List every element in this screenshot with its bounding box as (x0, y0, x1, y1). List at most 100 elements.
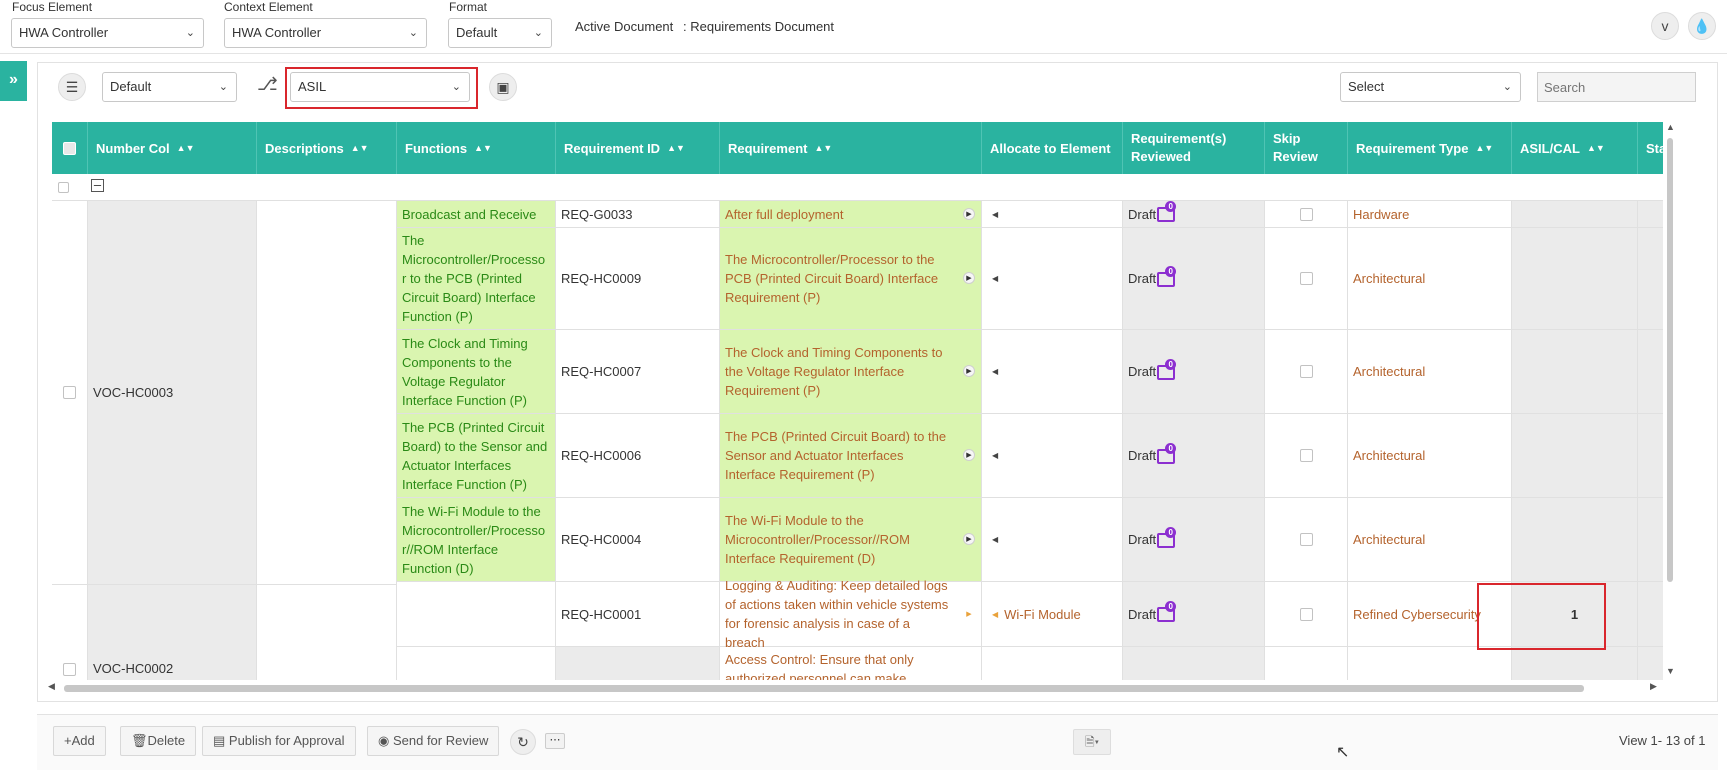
collapse-left-icon[interactable]: ◀ (992, 530, 998, 549)
allocate-cell[interactable]: ◀ (982, 201, 1123, 228)
scroll-up-icon[interactable]: ▲ (1666, 122, 1675, 132)
allocate-cell[interactable]: ◀ (982, 330, 1123, 414)
requirement-cell[interactable]: The Clock and Timing Components to the V… (720, 330, 982, 414)
filter-select[interactable]: Select ⌄ (1340, 72, 1521, 102)
view-count: View 1- 13 of 1 (1619, 733, 1706, 748)
asil-cal-cell[interactable] (1512, 330, 1638, 414)
skip-review-checkbox[interactable] (1299, 365, 1313, 378)
send-review-button[interactable]: ◉ Send for Review (367, 726, 500, 756)
more-options-icon[interactable]: ⋯ (545, 733, 565, 749)
allocate-cell[interactable] (982, 647, 1123, 680)
header-number-col[interactable]: Number Col ▲▼ (88, 122, 257, 174)
layers-icon[interactable]: ☰ (58, 73, 86, 101)
skip-review-cell (1265, 201, 1348, 228)
scroll-right-icon[interactable]: ▶ (1650, 681, 1657, 692)
status-cell (1638, 228, 1663, 330)
scrollbar-thumb[interactable] (64, 685, 1584, 692)
skip-review-checkbox[interactable] (1299, 533, 1313, 546)
asil-cal-cell[interactable] (1512, 498, 1638, 582)
focus-element-select[interactable]: HWA Controller ⌄ (11, 18, 204, 48)
header-requirement-id[interactable]: Requirement ID ▲▼ (556, 122, 720, 174)
expand-right-icon[interactable]: ▶ (963, 449, 975, 461)
requirement-type-cell: Hardware (1348, 201, 1512, 228)
sort-icon: ▲▼ (176, 143, 195, 153)
expand-right-icon[interactable]: ▶ (963, 272, 975, 284)
requirement-cell[interactable]: The Microcontroller/Processor to the PCB… (720, 228, 982, 330)
sort-icon: ▲▼ (667, 143, 685, 153)
skip-review-checkbox[interactable] (1299, 207, 1313, 221)
allocate-cell[interactable]: ◀ (982, 414, 1123, 498)
header-descriptions[interactable]: Descriptions ▲▼ (257, 122, 397, 174)
header-label: Descriptions (265, 140, 344, 156)
collapse-left-icon[interactable]: ◀ (992, 269, 998, 288)
allocate-cell[interactable]: ◀ Wi-Fi Module (982, 582, 1123, 647)
function-cell: The PCB (Printed Circuit Board) to the S… (397, 414, 556, 498)
view-select[interactable]: Default ⌄ (102, 72, 237, 102)
asil-cal-cell[interactable] (1512, 201, 1638, 228)
comment-badge-icon[interactable]: 0 (1157, 201, 1177, 222)
expand-sidebar-button[interactable]: » (0, 61, 27, 101)
requirement-cell[interactable]: Logging & Auditing: Keep detailed logs o… (720, 578, 982, 650)
requirement-text: After full deployment (725, 206, 844, 222)
skip-review-checkbox[interactable] (1299, 607, 1313, 621)
header-skip-review[interactable]: Skip Review (1265, 122, 1348, 174)
scroll-down-icon[interactable]: ▼ (1666, 666, 1675, 676)
context-element-label: Context Element (224, 0, 313, 14)
image-gallery-icon[interactable]: ▣ (489, 73, 517, 101)
requirement-cell[interactable]: The PCB (Printed Circuit Board) to the S… (720, 414, 982, 498)
collapse-left-icon[interactable]: ◀ (992, 446, 998, 465)
highlight-box (1477, 583, 1606, 650)
header-reviewed[interactable]: Requirement(s) Reviewed (1123, 122, 1265, 174)
header-requirement[interactable]: Requirement ▲▼ (720, 122, 982, 174)
delete-button[interactable]: 🗑Delete (120, 726, 197, 756)
skip-review-checkbox[interactable] (1299, 272, 1313, 285)
hierarchy-icon[interactable]: ⎇ (257, 74, 278, 95)
requirement-type-cell: Architectural (1348, 414, 1512, 498)
comment-badge-icon[interactable]: 0 (1157, 601, 1177, 622)
skip-review-cell (1265, 647, 1348, 680)
expand-right-icon[interactable]: ▶ (963, 607, 975, 620)
comment-count: 0 (1165, 442, 1177, 454)
export-file-icon[interactable]: 🗎▾ (1073, 729, 1111, 755)
eye-icon: ◉ (378, 733, 393, 748)
horizontal-scrollbar[interactable]: ◀ ▶ (48, 681, 1660, 695)
asil-cal-cell[interactable] (1512, 228, 1638, 330)
water-drop-icon[interactable]: 💧 (1688, 12, 1716, 40)
expand-right-icon[interactable]: ▶ (963, 207, 975, 220)
vertical-scrollbar[interactable]: ▲ ▼ (1664, 122, 1676, 680)
attribute-select[interactable]: ASIL ⌄ (290, 72, 470, 102)
publish-button[interactable]: ▤ Publish for Approval (202, 726, 356, 756)
review-status-text: Draft (1128, 532, 1157, 547)
collapse-left-icon[interactable]: ◀ (992, 362, 998, 381)
allocate-cell[interactable]: ◀ (982, 498, 1123, 582)
comment-badge-icon[interactable]: 0 (1157, 265, 1177, 287)
expand-right-icon[interactable]: ▶ (963, 365, 975, 377)
header-functions[interactable]: Functions ▲▼ (397, 122, 556, 174)
search-input[interactable] (1537, 72, 1696, 102)
format-select[interactable]: Default ⌄ (448, 18, 552, 48)
skip-review-checkbox[interactable] (1299, 449, 1313, 462)
asil-cal-cell[interactable] (1512, 414, 1638, 498)
requirement-cell[interactable]: Access Control: Ensure that only authori… (720, 647, 982, 680)
add-button[interactable]: +Add (53, 726, 106, 756)
header-asil-cal[interactable]: ASIL/CAL ▲▼ (1512, 122, 1638, 174)
collapse-left-icon[interactable]: ◀ (992, 605, 998, 624)
header-requirement-type[interactable]: Requirement Type ▲▼ (1348, 122, 1512, 174)
refresh-icon[interactable]: ↻ (510, 729, 536, 755)
allocate-cell[interactable]: ◀ (982, 228, 1123, 330)
comment-badge-icon[interactable]: 0 (1157, 526, 1177, 548)
header-allocate[interactable]: Allocate to Element (982, 122, 1123, 174)
context-element-select[interactable]: HWA Controller ⌄ (224, 18, 427, 48)
comment-badge-icon[interactable]: 0 (1157, 442, 1177, 464)
scroll-left-icon[interactable]: ◀ (48, 681, 55, 692)
collapse-left-icon[interactable]: ◀ (992, 205, 998, 224)
asil-cal-cell[interactable] (1512, 647, 1638, 680)
expand-right-icon[interactable]: ▶ (963, 533, 975, 545)
select-all-checkbox[interactable] (63, 141, 76, 155)
comment-badge-icon[interactable]: 0 (1157, 358, 1177, 380)
status-cell (1638, 201, 1663, 228)
vimeo-icon[interactable]: v (1651, 12, 1679, 40)
scrollbar-thumb[interactable] (1667, 138, 1673, 582)
requirement-cell[interactable]: The Wi-Fi Module to the Microcontroller/… (720, 498, 982, 582)
requirement-cell[interactable]: After full deployment ▶ (720, 201, 982, 228)
